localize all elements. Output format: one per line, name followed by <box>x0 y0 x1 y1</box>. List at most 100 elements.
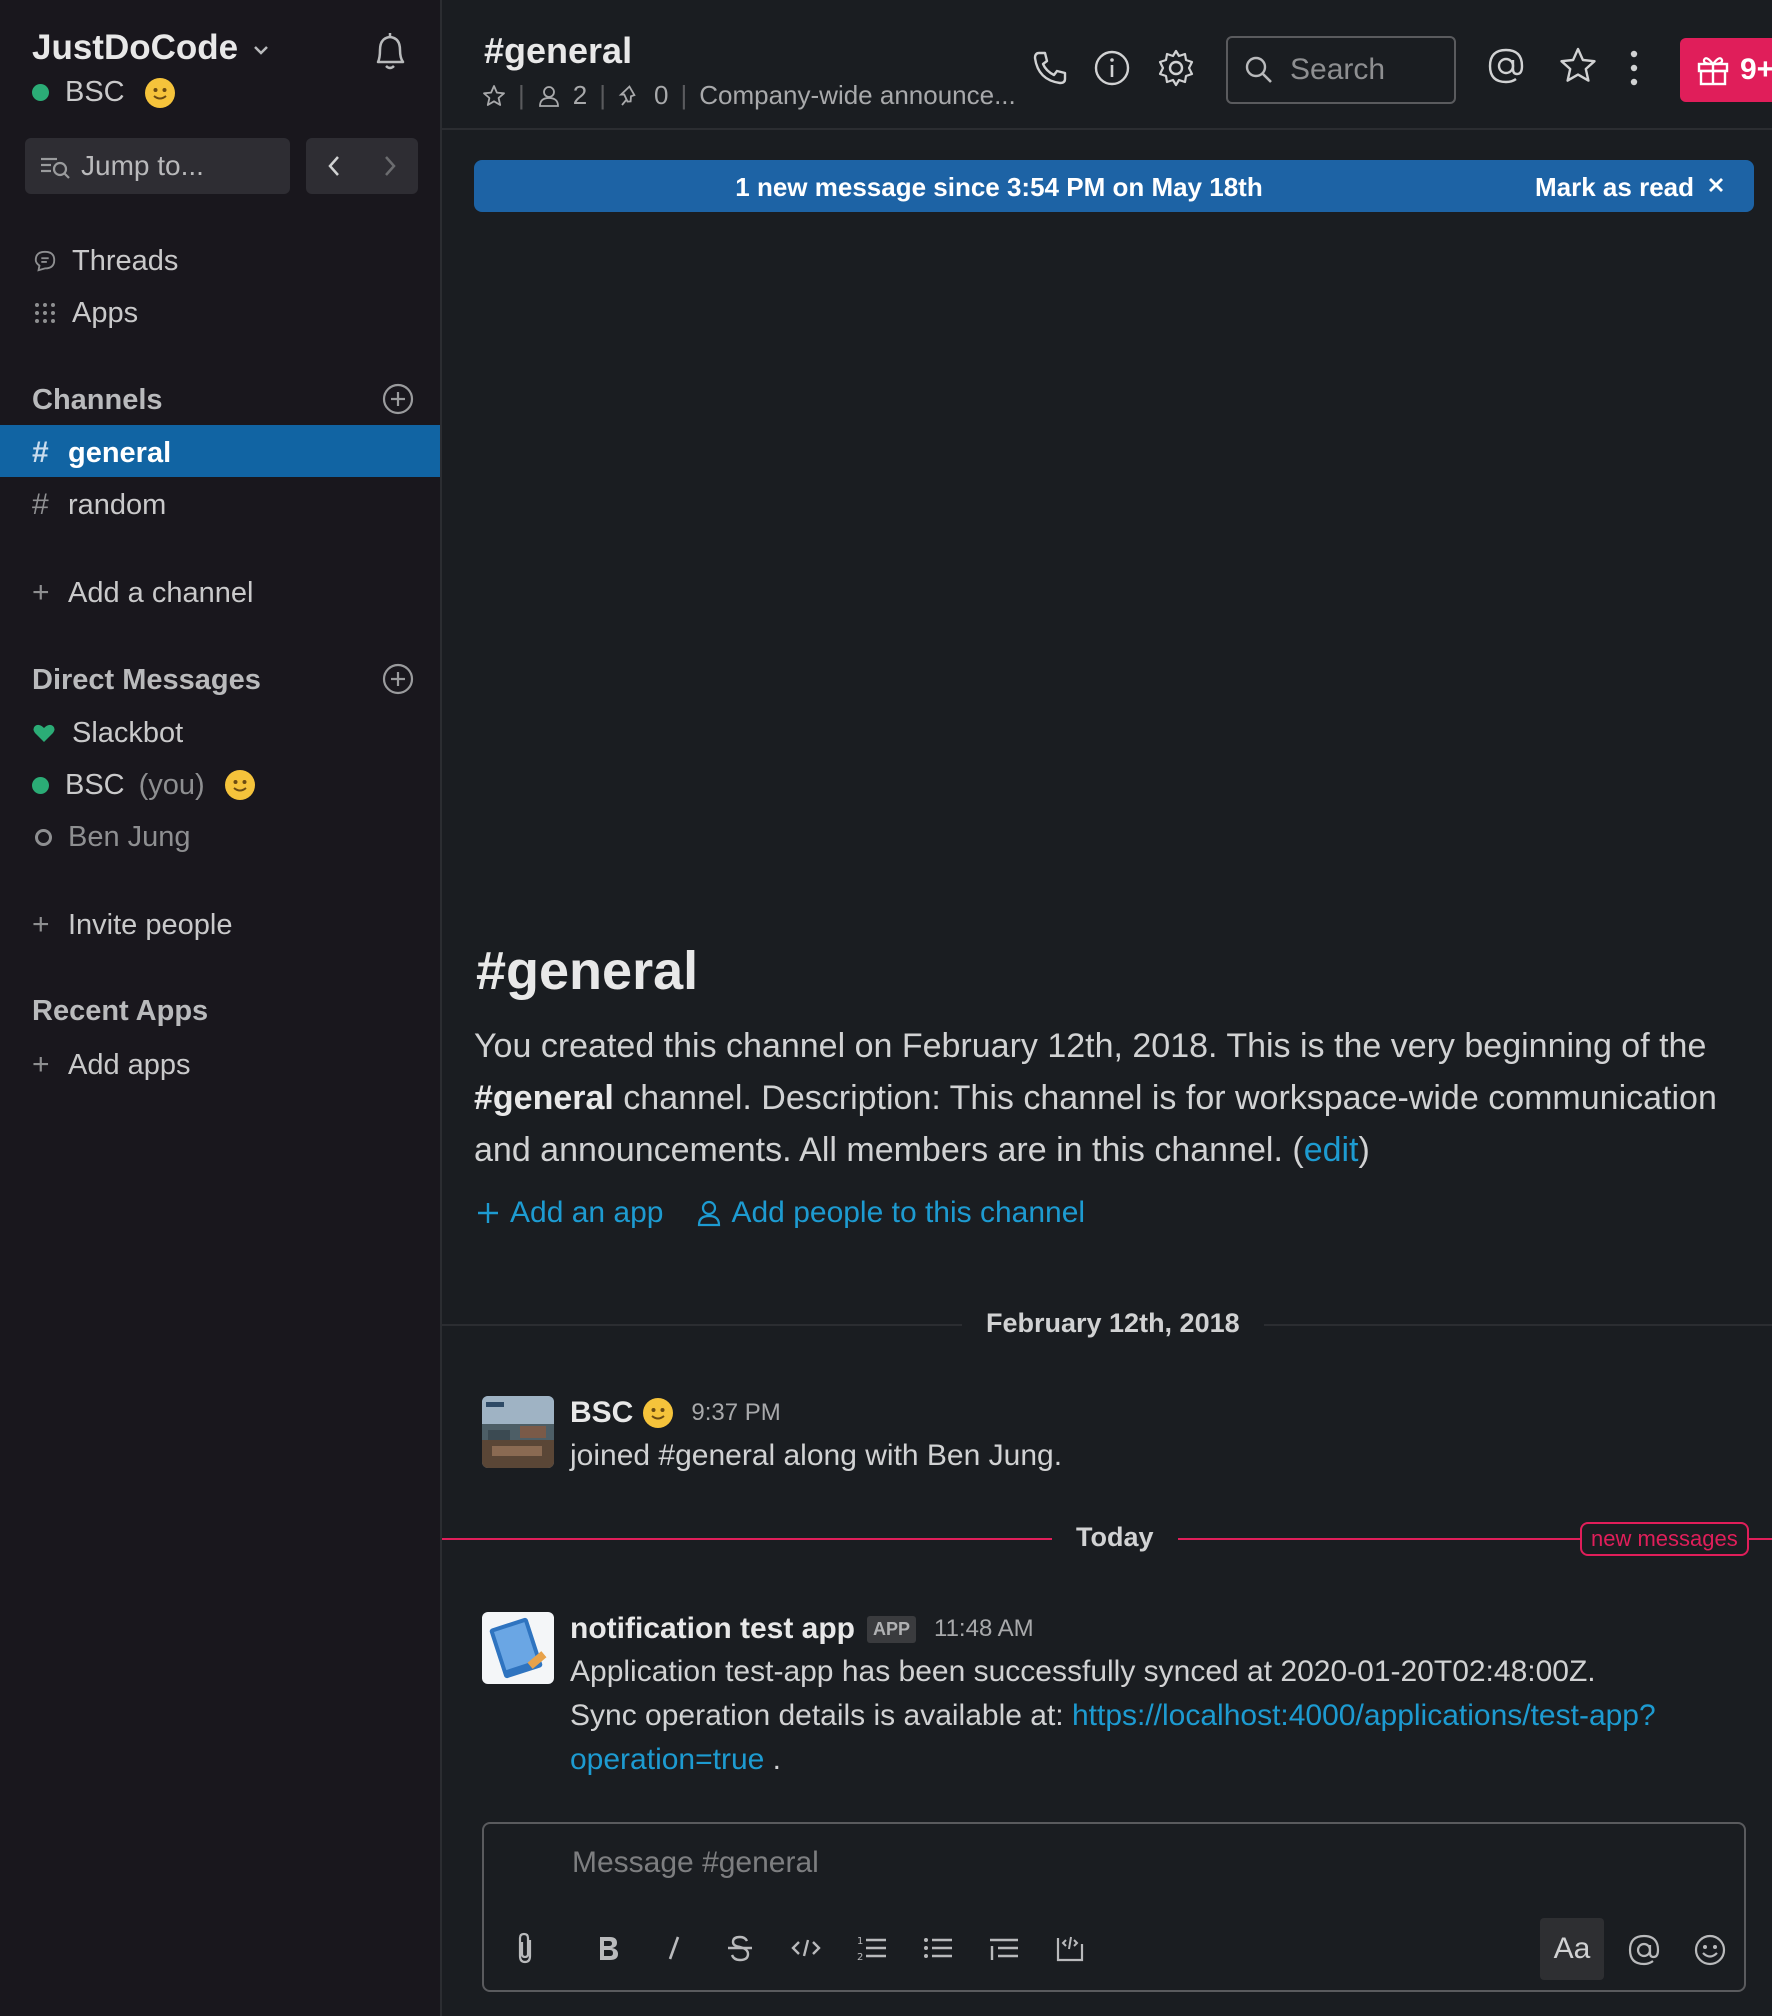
workspace-user[interactable]: BSC <box>32 76 175 109</box>
status-emoji-icon <box>224 770 255 800</box>
sidebar-item-bsc-you[interactable]: BSC (you) <box>32 760 255 810</box>
phone-icon[interactable] <box>1030 48 1070 88</box>
more-vertical-icon[interactable] <box>1624 48 1644 88</box>
message-link[interactable]: https://localhost:4000/applications/test… <box>1072 1699 1656 1732</box>
mentions-at-icon[interactable] <box>1486 46 1526 86</box>
message-text: Application test-app has been successful… <box>570 1655 1596 1688</box>
whats-new-button[interactable]: 9+ <box>1680 38 1772 102</box>
jump-to-label: Jump to... <box>81 150 204 181</box>
plus-icon <box>478 1203 498 1223</box>
presence-away-icon <box>35 828 52 846</box>
sidebar-item-ben-jung[interactable]: Ben Jung <box>32 812 191 862</box>
code-icon[interactable] <box>788 1930 824 1966</box>
jump-to-button[interactable]: Jump to... <box>25 138 290 194</box>
add-channel-plus-icon[interactable] <box>382 383 414 415</box>
formatting-toggle-button[interactable]: Aa <box>1540 1918 1604 1980</box>
message-header: BSC 9:37 PM <box>570 1396 781 1430</box>
chevron-down-icon <box>254 46 269 55</box>
notifications-badge: 9+ <box>1740 53 1772 86</box>
bold-icon[interactable] <box>590 1930 626 1966</box>
plus-icon: + <box>32 1048 50 1081</box>
strikethrough-icon[interactable] <box>722 1930 758 1966</box>
member-count[interactable]: 2 <box>573 80 587 111</box>
bullet-list-icon[interactable] <box>920 1930 956 1966</box>
close-icon[interactable] <box>1706 173 1726 197</box>
presence-active-icon <box>32 84 49 101</box>
pin-count[interactable]: 0 <box>654 80 668 111</box>
direct-messages-heading[interactable]: Direct Messages <box>32 664 261 697</box>
gear-icon[interactable] <box>1156 48 1196 88</box>
app-badge: APP <box>867 1615 917 1643</box>
message-link[interactable]: operation=true <box>570 1743 764 1776</box>
message-item[interactable]: BSC 9:37 PM joined #general along with B… <box>482 1396 1062 1472</box>
emoji-icon[interactable] <box>1692 1932 1728 1968</box>
day-label[interactable]: Today <box>1052 1522 1178 1553</box>
message-text: joined #general along with Ben Jung. <box>570 1439 1063 1472</box>
avatar[interactable] <box>482 1396 554 1468</box>
member-icon[interactable] <box>537 84 561 108</box>
message-input[interactable]: Message #general <box>572 1846 819 1880</box>
you-suffix: (you) <box>138 768 205 801</box>
ordered-list-icon[interactable]: 12 <box>854 1930 890 1966</box>
sidebar-item-threads[interactable]: Threads <box>32 236 178 286</box>
blockquote-icon[interactable] <box>986 1930 1022 1966</box>
forward-button[interactable] <box>362 138 418 194</box>
channel-title[interactable]: #general <box>484 30 632 72</box>
message-text: Sync operation details is available at: … <box>570 1694 1656 1738</box>
jump-to-icon <box>41 157 70 179</box>
chevron-left-icon <box>328 156 339 176</box>
add-app-link[interactable]: Add an app <box>476 1196 663 1230</box>
sidebar-item-random[interactable]: # random <box>32 480 166 530</box>
message-author[interactable]: notification test app <box>570 1612 855 1646</box>
history-nav <box>306 138 418 194</box>
channels-heading[interactable]: Channels <box>32 384 163 417</box>
intro-channel-name: #general <box>474 1079 614 1117</box>
hash-icon: # <box>32 488 49 521</box>
status-emoji-icon <box>144 77 175 108</box>
add-apps-button[interactable]: + Add apps <box>32 1040 191 1090</box>
message-text-part: . <box>764 1743 781 1776</box>
info-icon[interactable] <box>1092 48 1132 88</box>
paperclip-icon[interactable] <box>508 1930 544 1966</box>
italic-icon[interactable] <box>656 1930 692 1966</box>
message-author[interactable]: BSC <box>570 1396 633 1430</box>
sidebar-item-slackbot[interactable]: Slackbot <box>32 708 183 758</box>
banner-message[interactable]: 1 new message since 3:54 PM on May 18th <box>474 172 1524 203</box>
workspace-menu[interactable]: JustDoCode <box>32 28 272 68</box>
message-timestamp[interactable]: 11:48 AM <box>934 1615 1034 1643</box>
star-outline-icon[interactable] <box>482 84 506 108</box>
meta-separator: | <box>599 80 606 110</box>
search-icon <box>1245 56 1272 83</box>
channel-name: general <box>68 436 172 469</box>
message-text: operation=true . <box>570 1738 781 1782</box>
bell-icon[interactable] <box>370 30 410 74</box>
mark-as-read-button[interactable]: Mark as read <box>1535 172 1694 203</box>
new-messages-banner[interactable]: 1 new message since 3:54 PM on May 18th … <box>474 160 1754 212</box>
code-block-icon[interactable] <box>1052 1930 1088 1966</box>
add-channel-button[interactable]: + Add a channel <box>32 568 253 618</box>
workspace-name: JustDoCode <box>32 28 239 67</box>
starred-items-icon[interactable] <box>1558 46 1598 86</box>
message-item[interactable]: notification test app APP 11:48 AM Appli… <box>482 1612 1656 1776</box>
search-input[interactable]: Search <box>1226 36 1456 104</box>
back-button[interactable] <box>306 138 362 194</box>
pin-icon[interactable] <box>618 84 642 108</box>
message-timestamp[interactable]: 9:37 PM <box>691 1399 780 1427</box>
invite-people-button[interactable]: + Invite people <box>32 900 232 950</box>
status-emoji-icon <box>643 1398 674 1428</box>
edit-description-link[interactable]: edit <box>1304 1131 1359 1169</box>
sidebar-item-general[interactable]: # general <box>32 428 171 478</box>
dm-name: BSC <box>65 768 125 801</box>
threads-icon <box>32 248 58 274</box>
gift-icon <box>1697 57 1729 86</box>
search-placeholder: Search <box>1290 53 1386 86</box>
add-dm-plus-icon[interactable] <box>382 663 414 695</box>
channel-topic[interactable]: Company-wide announce... <box>699 80 1016 111</box>
message-composer[interactable]: Message #general 12 Aa <box>482 1822 1746 1992</box>
sidebar-item-apps[interactable]: Apps <box>32 288 138 338</box>
presence-active-icon <box>32 776 49 794</box>
app-avatar[interactable] <box>482 1612 554 1684</box>
day-label[interactable]: February 12th, 2018 <box>962 1308 1264 1339</box>
add-people-link[interactable]: Add people to this channel <box>697 1196 1085 1230</box>
mention-at-icon[interactable] <box>1626 1932 1662 1968</box>
